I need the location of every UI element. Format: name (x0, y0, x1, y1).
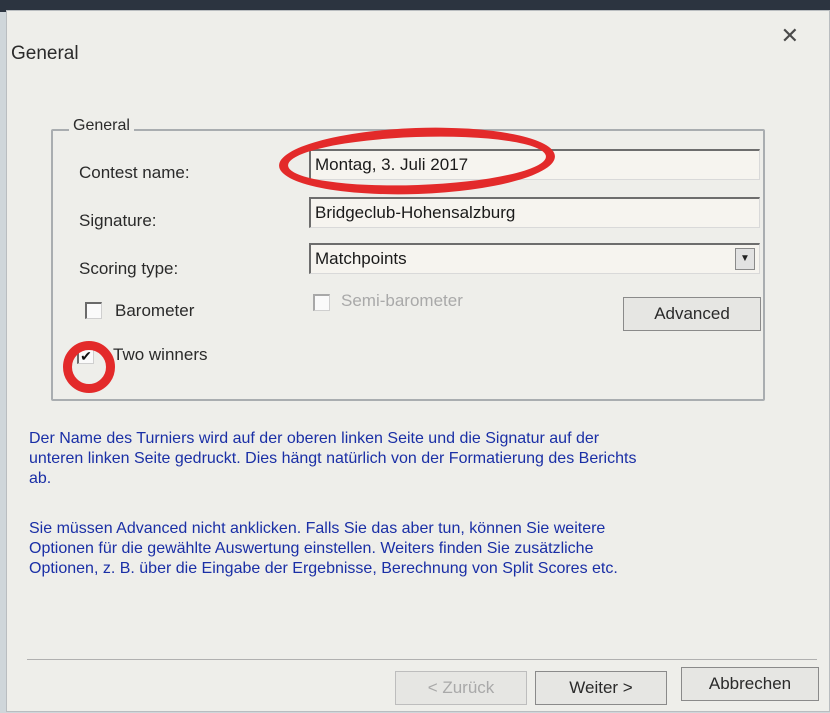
back-button[interactable]: < Zurück (395, 671, 527, 705)
general-group-label: General (69, 117, 134, 135)
semi-barometer-checkbox[interactable] (313, 294, 330, 311)
barometer-label: Barometer (115, 301, 195, 320)
annotation-circle (63, 341, 115, 393)
cancel-button[interactable]: Abbrechen (681, 667, 819, 701)
signature-label: Signature: (79, 211, 157, 230)
next-button[interactable]: Weiter > (535, 671, 667, 705)
help-line: unteren linken Seite gedruckt. Dies häng… (29, 450, 637, 467)
semi-barometer-label: Semi-barometer (341, 291, 463, 310)
footer-divider (27, 659, 817, 660)
advanced-button[interactable]: Advanced (623, 297, 761, 331)
signature-input[interactable]: Bridgeclub-Hohensalzburg (309, 197, 760, 228)
scoring-type-value: Matchpoints (315, 249, 407, 268)
help-line: ab. (29, 470, 52, 487)
help-line: Der Name des Turniers wird auf der obere… (29, 430, 600, 447)
help-paragraph-2: Sie müssen Advanced nicht anklicken. Fal… (29, 519, 618, 579)
scoring-type-label: Scoring type: (79, 259, 179, 278)
close-icon[interactable]: ✕ (781, 23, 799, 49)
help-line: Optionen, z. B. über die Eingabe der Erg… (29, 560, 618, 577)
contest-name-label: Contest name: (79, 163, 190, 182)
general-dialog: General ✕ General Contest name: Montag, … (6, 10, 830, 712)
dialog-title: General (11, 43, 79, 64)
chevron-down-icon[interactable]: ▼ (735, 248, 755, 270)
help-line: Sie müssen Advanced nicht anklicken. Fal… (29, 520, 606, 537)
barometer-checkbox[interactable] (85, 302, 102, 319)
help-paragraph-1: Der Name des Turniers wird auf der obere… (29, 429, 636, 489)
scoring-type-select[interactable]: Matchpoints ▼ (309, 243, 760, 274)
two-winners-label: Two winners (113, 345, 208, 364)
help-line: Optionen für die gewählte Auswertung ein… (29, 540, 594, 557)
